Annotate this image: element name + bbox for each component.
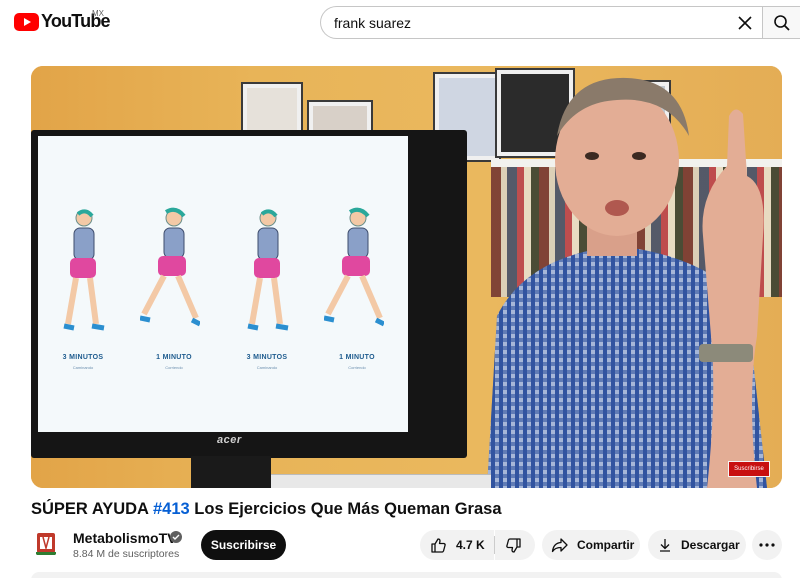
subscriber-count: 8.84 M de suscriptores [73, 548, 180, 560]
monitor-brand: acer [217, 434, 242, 446]
thumbs-down-icon [506, 537, 521, 553]
channel-avatar[interactable] [31, 528, 61, 558]
slide-sublabel: Caminando [72, 365, 94, 370]
video-player[interactable]: 3 MINUTOS Caminando 1 MINUTO Corriendo 3… [31, 66, 782, 488]
subscribe-button[interactable]: Suscribirse [201, 530, 286, 560]
monitor-screen: 3 MINUTOS Caminando 1 MINUTO Corriendo 3… [38, 136, 408, 432]
slide-label: 1 MINUTO [339, 354, 375, 361]
close-icon [738, 16, 752, 30]
slide-sublabel: Corriendo [348, 365, 366, 370]
verified-icon [170, 531, 182, 543]
masthead: YouTube MX [0, 0, 800, 44]
download-button[interactable]: Descargar [648, 530, 746, 560]
youtube-logo-icon [14, 12, 39, 31]
dislike-button[interactable] [495, 530, 535, 560]
presenter [487, 77, 767, 488]
like-count: 4.7 K [456, 538, 485, 552]
download-label: Descargar [681, 538, 740, 552]
slide-label: 3 MINUTOS [62, 354, 104, 361]
channel-name[interactable]: MetabolismoTV [73, 530, 176, 546]
title-rest: Los Ejercicios Que Más Queman Grasa [194, 500, 502, 518]
avatar-image [31, 528, 61, 558]
slide-sublabel: Corriendo [165, 365, 183, 370]
description-box-edge [31, 572, 782, 578]
monitor-stand [191, 456, 271, 488]
share-icon [551, 538, 568, 553]
hashtag-link[interactable]: #413 [153, 500, 190, 518]
title-prefix: SÚPER AYUDA [31, 500, 149, 518]
monitor: 3 MINUTOS Caminando 1 MINUTO Corriendo 3… [31, 130, 467, 458]
share-button[interactable]: Compartir [542, 530, 640, 560]
slide-label: 3 MINUTOS [246, 354, 288, 361]
share-label: Compartir [577, 538, 635, 552]
download-icon [660, 539, 670, 552]
subscribe-watermark[interactable]: Suscribirse [728, 461, 770, 477]
slide-sublabel: Caminando [256, 365, 278, 370]
keyboard [271, 474, 491, 488]
running-figure [324, 207, 384, 327]
search-icon [774, 14, 790, 31]
more-icon [759, 543, 775, 547]
like-button[interactable]: 4.7 K [420, 530, 494, 560]
search-button[interactable] [762, 6, 800, 39]
region-code: MX [92, 9, 104, 18]
search-box [320, 6, 762, 39]
thumbs-up-icon [431, 537, 446, 553]
walking-figure [63, 209, 105, 331]
more-actions-button[interactable] [752, 530, 782, 560]
slide-label: 1 MINUTO [156, 354, 192, 361]
clear-search-button[interactable] [732, 10, 758, 36]
walking-figure [247, 209, 289, 331]
running-figure [140, 207, 200, 327]
search-input[interactable] [334, 7, 714, 38]
video-title: SÚPER AYUDA #413 Los Ejercicios Que Más … [31, 500, 502, 519]
